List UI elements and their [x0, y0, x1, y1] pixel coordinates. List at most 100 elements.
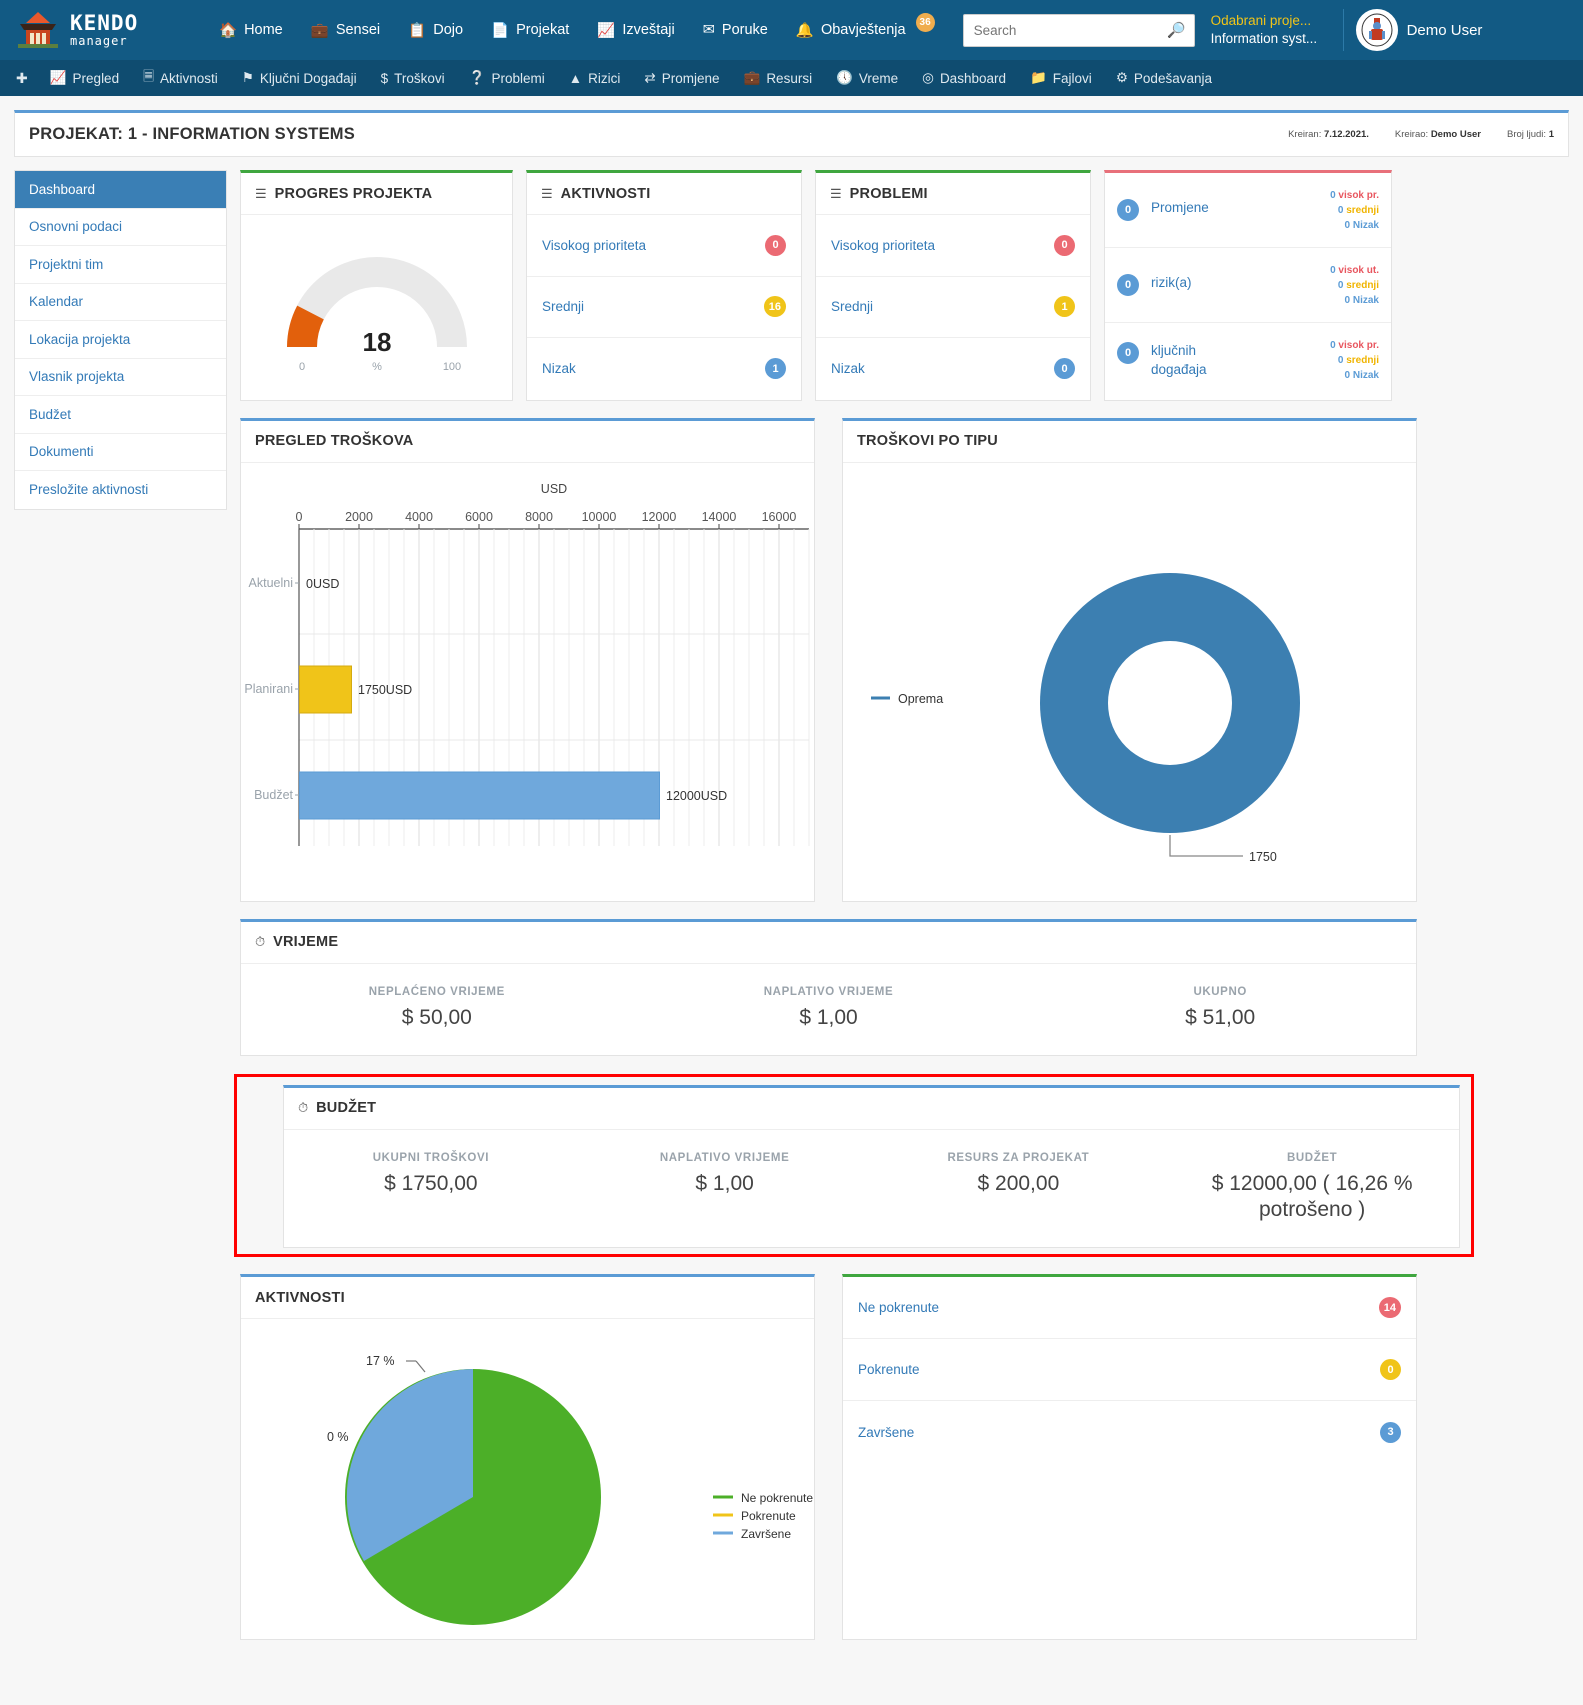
list-item[interactable]: Nizak 0: [816, 338, 1090, 400]
subnav-item-promjene[interactable]: ⇄ Promjene: [632, 70, 731, 86]
subnav-item-aktivnosti[interactable]: 🗏 Aktivnosti: [131, 67, 230, 90]
card-header: ⏱ VRIJEME: [241, 922, 1416, 964]
subnav-item-fajlovi[interactable]: 📁 Fajlovi: [1018, 70, 1104, 86]
sidebar-item-preslozite-aktivnosti[interactable]: Presložite aktivnosti: [15, 471, 226, 509]
subnav-item-pregled[interactable]: 📈 Pregled: [38, 70, 131, 86]
problem-priority-link[interactable]: Visokog prioriteta: [831, 238, 935, 253]
subnav-item-rizici[interactable]: ▲ Rizici: [557, 71, 633, 86]
list-item[interactable]: Pokrenute 0: [843, 1339, 1416, 1402]
svg-text:2000: 2000: [345, 510, 373, 524]
card-title: PROGRES PROJEKTA: [274, 185, 433, 202]
activity-priority-link[interactable]: Srednji: [542, 299, 584, 314]
count-badge: 0: [1117, 274, 1139, 296]
sidebar-item-kalendar[interactable]: Kalendar: [15, 283, 226, 321]
nav-item-sensei[interactable]: 💼 Sensei: [297, 22, 394, 39]
file-icon: 📄: [491, 22, 510, 39]
stat-resurs-za-projekat: RESURS ZA PROJEKAT $ 200,00: [872, 1130, 1166, 1248]
status-link-zavrsene[interactable]: Završene: [858, 1425, 914, 1440]
selected-project-indicator[interactable]: Odabrani proje... Information syst...: [1211, 12, 1331, 48]
nav-item-poruke[interactable]: ✉ Poruke: [689, 22, 782, 38]
status-link-ne-pokrenute[interactable]: Ne pokrenute: [858, 1300, 939, 1315]
summary-label[interactable]: Promjene: [1151, 199, 1209, 217]
budget-inner: ⏱ BUDŽET UKUPNI TROŠKOVI $ 1750,00 NAPLA…: [283, 1084, 1460, 1249]
summary-breakdown: 0 visok pr. 0 srednji 0 Nizak: [1330, 338, 1379, 383]
nav-item-obavjestenja[interactable]: 🔔 Obavještenja 36: [782, 12, 949, 40]
risk-change-summary-card: 0 Promjene 0 visok pr. 0 srednji 0 Nizak: [1104, 170, 1392, 401]
problem-priority-link[interactable]: Nizak: [831, 361, 865, 376]
activities-status-card: Ne pokrenute 14 Pokrenute 0 Završene 3: [842, 1274, 1417, 1641]
list-item[interactable]: Visokog prioriteta 0: [816, 215, 1090, 277]
briefcase-icon: 💼: [743, 70, 761, 85]
subnav-label: Fajlovi: [1052, 70, 1092, 86]
breakdown-count: 0: [1330, 189, 1336, 201]
list-item[interactable]: Srednji 16: [527, 277, 801, 338]
search-input[interactable]: [962, 13, 1195, 47]
search-container: 🔍: [962, 13, 1195, 47]
expense-donut-chart: Oprema 1750: [843, 463, 1416, 901]
sidebar-item-projektni-tim[interactable]: Projektni tim: [15, 246, 226, 284]
subnav-item-resursi[interactable]: 💼 Resursi: [732, 70, 825, 86]
nav-item-dojo[interactable]: 📋 Dojo: [394, 22, 477, 39]
chart-line-icon: 📈: [597, 22, 616, 39]
summary-row-kljucni-dogadaji[interactable]: 0 ključnih događaja 0 visok pr. 0 srednj…: [1105, 323, 1391, 398]
sidebar-item-dokumenti[interactable]: Dokumenti: [15, 433, 226, 471]
count-badge: 0: [765, 234, 786, 256]
subnav-item-vreme[interactable]: 🕔 Vreme: [824, 70, 910, 86]
add-new-button[interactable]: ✚: [8, 70, 38, 87]
status-link-pokrenute[interactable]: Pokrenute: [858, 1362, 920, 1377]
selected-project-name: Information syst...: [1210, 31, 1318, 46]
list-item[interactable]: Završene 3: [843, 1401, 1416, 1463]
stat-label: UKUPNO: [1193, 985, 1247, 998]
subnav-item-dashboard[interactable]: ◎ Dashboard: [910, 70, 1018, 86]
breakdown-label: srednji: [1346, 355, 1379, 366]
summary-left: 0 rizik(a): [1117, 274, 1192, 296]
envelope-icon: ✉: [702, 22, 715, 38]
nav-item-projekat[interactable]: 📄 Projekat: [477, 22, 583, 39]
app-logo[interactable]: KENDO manager: [12, 10, 187, 50]
list-item[interactable]: Nizak 1: [527, 338, 801, 400]
problem-priority-link[interactable]: Srednji: [831, 299, 873, 314]
breakdown-count: 0: [1337, 355, 1344, 366]
subnav-item-kljucni-dogadaji[interactable]: ⚑ Ključni Događaji: [230, 70, 369, 86]
subnav-item-podesavanja[interactable]: ⚙ Podešavanja: [1104, 70, 1224, 86]
expense-by-type-card: TROŠKOVI PO TIPU Oprema 1750: [842, 417, 1417, 902]
sidebar-item-budzet[interactable]: Budžet: [15, 396, 226, 434]
clock-icon: ⏱: [298, 1100, 309, 1116]
svg-text:8000: 8000: [525, 510, 553, 524]
sidebar-item-osnovni-podaci[interactable]: Osnovni podaci: [15, 208, 226, 246]
summary-row-rizici[interactable]: 0 rizik(a) 0 visok ut. 0 srednji 0 Nizak: [1105, 248, 1391, 323]
file-lines-icon: 🗏: [143, 68, 154, 84]
pie-data-label-0: 0 %: [327, 1430, 349, 1444]
vrijeme-card: ⏱ VRIJEME NEPLAĆENO VRIJEME $ 50,00 NAPL…: [240, 918, 1417, 1056]
activity-priority-link[interactable]: Nizak: [542, 361, 576, 376]
stat-budzet: BUDŽET $ 12000,00 ( 16,26 % potrošeno ): [1165, 1130, 1459, 1248]
stat-value: $ 50,00: [401, 1005, 472, 1029]
avatar[interactable]: [1355, 9, 1398, 51]
list-item[interactable]: Visokog prioriteta 0: [527, 215, 801, 277]
summary-label[interactable]: rizik(a): [1151, 274, 1192, 292]
nav-label: Sensei: [335, 22, 381, 38]
nav-label: Izveštaji: [622, 22, 675, 38]
summary-row-promjene[interactable]: 0 Promjene 0 visok pr. 0 srednji 0 Nizak: [1105, 173, 1391, 248]
activity-priority-link[interactable]: Visokog prioriteta: [542, 238, 646, 253]
nav-item-izvestaji[interactable]: 📈 Izveštaji: [583, 22, 688, 39]
user-name[interactable]: Demo User: [1407, 22, 1483, 39]
dashboard-grid: Dashboard Osnovni podaci Projektni tim K…: [14, 170, 1569, 1641]
search-icon[interactable]: 🔍: [1167, 21, 1186, 39]
count-badge: 0: [1117, 199, 1139, 221]
subnav-item-troskovi[interactable]: $ Troškovi: [369, 71, 457, 86]
header-divider: [1342, 9, 1344, 51]
bars-icon: ☰: [255, 185, 267, 201]
logo-text: KENDO manager: [70, 13, 138, 48]
sidebar-item-dashboard[interactable]: Dashboard: [15, 171, 226, 209]
bar-planirani: [299, 665, 352, 713]
list-item[interactable]: Ne pokrenute 14: [843, 1277, 1416, 1340]
card-header: AKTIVNOSTI: [241, 1277, 814, 1320]
nav-item-home[interactable]: 🏠 Home: [205, 22, 297, 39]
subnav-item-problemi[interactable]: ❔ Problemi: [457, 70, 557, 86]
sidebar-item-lokacija-projekta[interactable]: Lokacija projekta: [15, 321, 226, 359]
bar-value-label: 1750USD: [358, 683, 412, 697]
list-item[interactable]: Srednji 1: [816, 277, 1090, 338]
summary-label[interactable]: ključnih događaja: [1151, 342, 1246, 378]
sidebar-item-vlasnik-projekta[interactable]: Vlasnik projekta: [15, 358, 226, 396]
